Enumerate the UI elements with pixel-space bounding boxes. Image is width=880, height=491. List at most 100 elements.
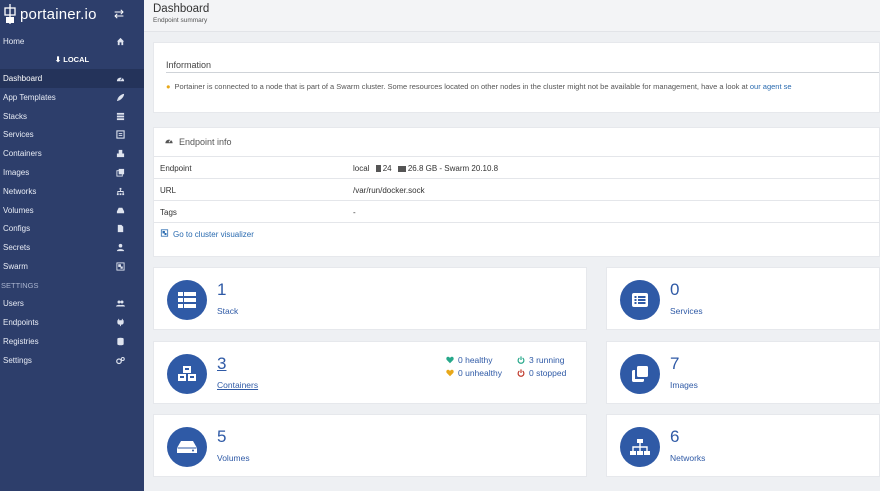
information-panel: Information ● Portainer is connected to a… <box>153 42 880 113</box>
rocket-icon <box>116 93 125 102</box>
clone-icon <box>620 354 660 394</box>
services-label: Services <box>670 306 703 316</box>
endpoint-info-panel: Endpoint info Endpoint local 24 26.8 GB … <box>153 127 880 257</box>
sitemap-icon <box>116 187 125 196</box>
cubes-icon <box>167 354 207 394</box>
services-widget[interactable]: 0 Services <box>606 267 880 330</box>
sitemap-icon <box>620 427 660 467</box>
heartbeat-icon <box>446 356 454 364</box>
page-title: Dashboard <box>153 3 210 15</box>
sidebar-item-secrets[interactable]: Secrets <box>0 238 144 257</box>
hdd-icon <box>167 427 207 467</box>
th-list-icon <box>167 280 207 320</box>
information-text: ● Portainer is connected to a node that i… <box>166 82 792 91</box>
stacks-widget[interactable]: 1 Stack <box>153 267 587 330</box>
divider <box>166 72 879 73</box>
cubes-icon <box>116 149 125 158</box>
sidebar-item-swarm[interactable]: Swarm <box>0 257 144 276</box>
sidebar-item-home[interactable]: Home <box>0 32 144 51</box>
endpoint-row: Endpoint local 24 26.8 GB - Swarm 20.10.… <box>154 156 880 178</box>
sidebar-item-app-templates[interactable]: App Templates <box>0 88 144 107</box>
row-key: Tags <box>160 208 177 217</box>
sidebar-item-volumes[interactable]: Volumes <box>0 201 144 220</box>
containers-count: 3 <box>217 354 227 373</box>
cluster-visualizer-link[interactable]: Go to cluster visualizer <box>160 229 254 239</box>
sidebar-item-label: Networks <box>3 187 37 196</box>
tachometer-icon <box>164 136 174 147</box>
sidebar-item-settings[interactable]: Settings <box>0 351 144 370</box>
sidebar-item-dashboard[interactable]: Dashboard <box>0 69 144 88</box>
row-key: Endpoint <box>160 164 192 173</box>
healthy-stat: 0 healthy <box>446 355 493 365</box>
page-subtitle: Endpoint summary <box>153 17 208 24</box>
stopped-stat: 0 stopped <box>517 368 566 378</box>
home-icon <box>116 37 125 46</box>
exclamation-circle-icon: ● <box>166 82 171 91</box>
volumes-label: Volumes <box>217 453 250 463</box>
sidebar: portainer.io ⇄ Home ⬇ LOCAL Dashboard Ap… <box>0 0 144 491</box>
information-title: Information <box>166 60 212 70</box>
sidebar-item-label: Dashboard <box>3 74 43 83</box>
hdd-icon <box>116 206 125 215</box>
sidebar-item-label: Stacks <box>3 112 28 121</box>
th-list-icon <box>116 112 125 121</box>
object-group-icon <box>116 262 125 271</box>
row-key: URL <box>160 186 177 195</box>
list-alt-icon <box>116 130 125 139</box>
sidebar-item-services[interactable]: Services <box>0 125 144 144</box>
tachometer-icon <box>116 74 125 83</box>
sidebar-item-label: Containers <box>3 149 42 158</box>
sidebar-item-networks[interactable]: Networks <box>0 182 144 201</box>
portainer-logo-icon <box>4 4 16 24</box>
agent-setup-link[interactable]: our agent se <box>750 82 792 91</box>
sidebar-item-endpoints[interactable]: Endpoints <box>0 313 144 332</box>
volumes-widget[interactable]: 5 Volumes <box>153 414 587 477</box>
memory-icon <box>397 166 406 172</box>
sidebar-item-label: Registries <box>3 337 39 346</box>
url-row: URL /var/run/docker.sock <box>154 178 880 200</box>
services-count: 0 <box>670 280 680 299</box>
sidebar-item-label: Volumes <box>3 206 34 215</box>
containers-widget[interactable]: 3 Containers 0 healthy 0 unhealthy 3 run… <box>153 341 587 404</box>
sidebar-item-label: Services <box>3 130 34 139</box>
sidebar-toggle-icon[interactable]: ⇄ <box>114 7 124 21</box>
users-icon <box>116 299 125 308</box>
sidebar-item-label: Secrets <box>3 243 31 252</box>
power-off-icon <box>517 356 525 364</box>
object-group-icon <box>160 229 169 239</box>
networks-widget[interactable]: 6 Networks <box>606 414 880 477</box>
images-count: 7 <box>670 354 680 373</box>
stacks-label: Stack <box>217 306 239 316</box>
heartbeat-icon <box>446 369 454 377</box>
stacks-count: 1 <box>217 280 227 299</box>
containers-label[interactable]: Containers <box>217 380 258 390</box>
page-header: Dashboard Endpoint summary <box>144 0 880 32</box>
sidebar-item-label: Endpoints <box>3 318 39 327</box>
running-stat: 3 running <box>517 355 564 365</box>
clone-icon <box>116 168 125 177</box>
sidebar-item-label: App Templates <box>3 93 56 102</box>
divider <box>154 222 880 223</box>
sidebar-item-registries[interactable]: Registries <box>0 332 144 351</box>
sidebar-item-configs[interactable]: Configs <box>0 219 144 238</box>
images-label: Images <box>670 380 698 390</box>
brand-name: portainer.io <box>20 5 97 23</box>
tags-row: Tags - <box>154 200 880 222</box>
sidebar-item-stacks[interactable]: Stacks <box>0 107 144 126</box>
sidebar-item-label: Configs <box>3 224 31 233</box>
sidebar-item-label: Settings <box>3 356 32 365</box>
sidebar-item-label: Swarm <box>3 262 28 271</box>
plug-icon <box>116 318 125 327</box>
networks-label: Networks <box>670 453 706 463</box>
sidebar-item-label: Home <box>3 37 25 46</box>
row-value: - <box>353 208 356 217</box>
sidebar-item-users[interactable]: Users <box>0 294 144 313</box>
microchip-icon <box>375 165 381 172</box>
row-value: /var/run/docker.sock <box>353 186 425 195</box>
images-widget[interactable]: 7 Images <box>606 341 880 404</box>
sidebar-item-label: Images <box>3 168 30 177</box>
unhealthy-stat: 0 unhealthy <box>446 368 502 378</box>
sidebar-item-images[interactable]: Images <box>0 163 144 182</box>
sidebar-item-containers[interactable]: Containers <box>0 144 144 163</box>
user-secret-icon <box>116 243 125 252</box>
